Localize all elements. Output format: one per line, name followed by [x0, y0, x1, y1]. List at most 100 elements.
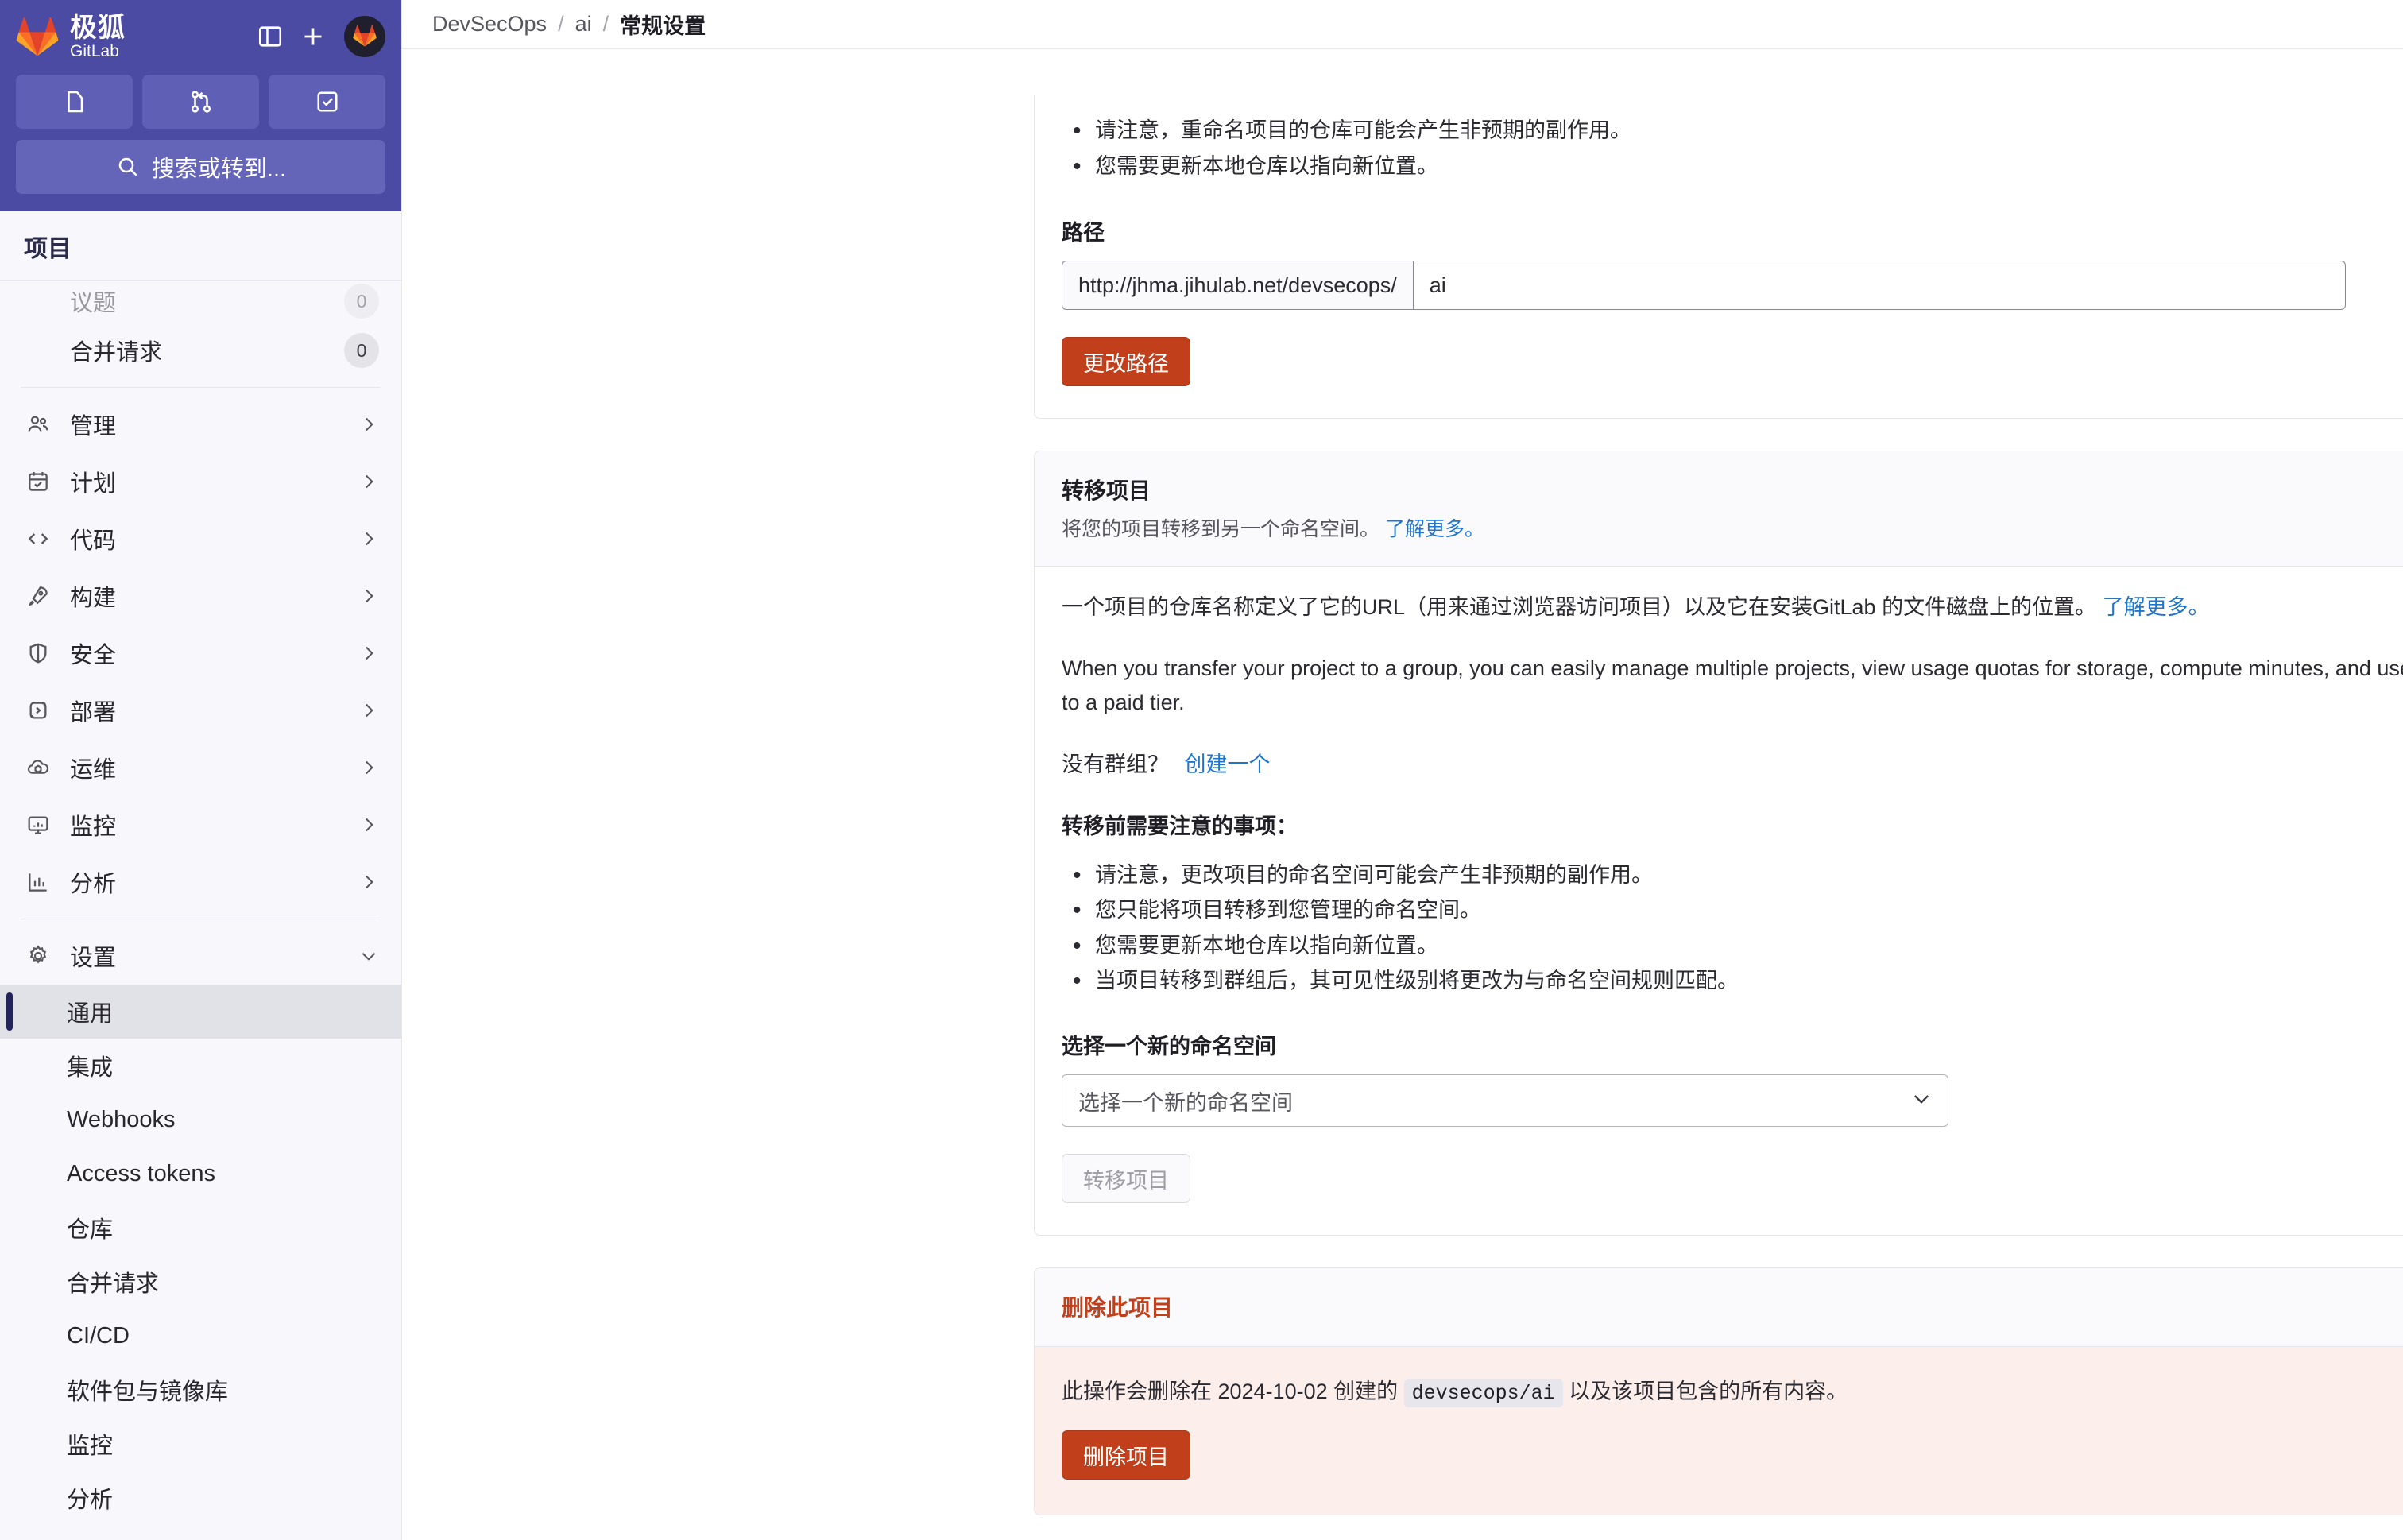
- sidebar: 极狐 GitLab 搜索或转到... 项目 议题 0 合并请求 0 管理 计划 …: [0, 0, 402, 1540]
- delete-project-button[interactable]: 删除项目: [1062, 1430, 1190, 1480]
- sidebar-item-settings-access-tokens[interactable]: Access tokens: [0, 1147, 401, 1201]
- shield-icon: [24, 639, 52, 667]
- transfer-project-button[interactable]: 转移项目: [1062, 1154, 1190, 1204]
- brand-name-cn: 极狐: [70, 12, 126, 43]
- sidebar-item-analyze[interactable]: 分析: [0, 853, 401, 911]
- path-input-group: http://jhma.jihulab.net/devsecops/: [1062, 261, 2346, 311]
- sidebar-item-settings-integrations[interactable]: 集成: [0, 1039, 401, 1093]
- no-group-row: 没有群组？ 创建一个: [1062, 748, 2403, 782]
- list-item: 您需要更新本地仓库以指向新位置。: [1062, 927, 2403, 965]
- sidebar-subitem-label: CI/CD: [67, 1322, 130, 1348]
- transfer-project-title: 转移项目: [1062, 478, 1151, 504]
- content-inner: 请注意，重命名项目的仓库可能会产生非预期的副作用。 您需要更新本地仓库以指向新位…: [1034, 95, 2403, 1516]
- sidebar-item-operate[interactable]: 运维: [0, 739, 401, 796]
- delete-message-before: 此操作会删除在 2024-10-02 创建的: [1062, 1379, 1399, 1404]
- sidebar-item-settings-webhooks[interactable]: Webhooks: [0, 1093, 401, 1147]
- sidebar-item-issues[interactable]: 议题 0: [0, 281, 401, 322]
- sidebar-item-deploy[interactable]: 部署: [0, 682, 401, 739]
- chevron-right-icon: [358, 814, 379, 835]
- issues-quick-button[interactable]: [16, 75, 133, 129]
- sidebar-item-settings[interactable]: 设置: [0, 927, 401, 985]
- todos-quick-button[interactable]: [269, 75, 385, 129]
- create-group-link[interactable]: 创建一个: [1185, 753, 1271, 776]
- sidebar-item-settings-repository[interactable]: 仓库: [0, 1201, 401, 1255]
- transfer-paragraph-1-text: 一个项目的仓库名称定义了它的URL（用来通过浏览器访问项目）以及它在安装GitL…: [1062, 595, 2097, 620]
- sidebar-item-build[interactable]: 构建: [0, 567, 401, 625]
- sidebar-subitem-label: Webhooks: [67, 1106, 176, 1132]
- chevron-right-icon: [358, 471, 379, 492]
- sidebar-subitem-label: 集成: [67, 1055, 114, 1081]
- sidebar-subitem-label: 分析: [67, 1488, 114, 1513]
- sidebar-nav-list: 议题 0 合并请求 0 管理 计划 代码 构建 安全 部署 运维 监控 分析 设…: [0, 281, 401, 1540]
- avatar[interactable]: [344, 16, 385, 57]
- change-path-button[interactable]: 更改路径: [1062, 337, 1190, 387]
- chevron-right-icon: [358, 757, 379, 778]
- sidebar-subitem-label: Access tokens: [67, 1160, 215, 1186]
- merge-requests-quick-button[interactable]: [142, 75, 259, 129]
- transfer-project-subtitle: 将您的项目转移到另一个命名空间。 了解更多。: [1062, 513, 2403, 542]
- breadcrumb-item-group[interactable]: DevSecOps: [432, 12, 547, 37]
- rename-repository-card: 请注意，重命名项目的仓库可能会产生非预期的副作用。 您需要更新本地仓库以指向新位…: [1034, 95, 2403, 420]
- list-item: 您需要更新本地仓库以指向新位置。: [1062, 147, 2403, 186]
- sidebar-item-label: 分析: [70, 872, 117, 897]
- users-icon: [24, 410, 52, 439]
- delete-project-body: 此操作会删除在 2024-10-02 创建的 devsecops/ai 以及该项…: [1035, 1347, 2403, 1515]
- sidebar-item-settings-merge-requests[interactable]: 合并请求: [0, 1255, 401, 1309]
- sidebar-item-plan[interactable]: 计划: [0, 453, 401, 510]
- sidebar-section-title: 项目: [0, 211, 401, 281]
- chevron-right-icon: [358, 643, 379, 664]
- transfer-paragraph-2: When you transfer your project to a grou…: [1062, 656, 2403, 715]
- avatar-logo: [353, 25, 377, 49]
- rocket-icon: [24, 582, 52, 610]
- chevron-down-icon: [358, 946, 379, 966]
- sidebar-item-manage[interactable]: 管理: [0, 396, 401, 453]
- chevron-right-icon: [358, 528, 379, 549]
- content-scroll[interactable]: 请注意，重命名项目的仓库可能会产生非预期的副作用。 您需要更新本地仓库以指向新位…: [402, 49, 2403, 1540]
- sidebar-brand-row: 极狐 GitLab: [16, 11, 385, 62]
- delete-project-card: 删除此项目 此操作会删除在 2024-10-02 创建的 devsecops/a…: [1034, 1267, 2403, 1516]
- sidebar-item-settings-general[interactable]: 通用: [0, 985, 401, 1039]
- list-item: 请注意，重命名项目的仓库可能会产生非预期的副作用。: [1062, 111, 2403, 150]
- namespace-select[interactable]: 选择一个新的命名空间: [1062, 1074, 1948, 1128]
- sidebar-item-monitor[interactable]: 监控: [0, 796, 401, 853]
- sidebar-item-settings-monitor[interactable]: 监控: [0, 1417, 401, 1471]
- chevron-right-icon: [358, 700, 379, 721]
- sidebar-item-settings-analytics[interactable]: 分析: [0, 1471, 401, 1525]
- path-prefix: http://jhma.jihulab.net/devsecops/: [1062, 261, 1413, 311]
- delete-message-after: 以及该项目包含的所有内容。: [1569, 1379, 1848, 1404]
- search-input[interactable]: 搜索或转到...: [16, 140, 385, 194]
- new-item-icon[interactable]: [292, 15, 335, 58]
- transfer-project-header: 转移项目 将您的项目转移到另一个命名空间。 了解更多。: [1035, 451, 2403, 567]
- sidebar-item-security[interactable]: 安全: [0, 625, 401, 682]
- sidebar-item-label: 合并请求: [70, 340, 163, 366]
- sidebar-toggle-icon[interactable]: [249, 15, 292, 58]
- search-placeholder: 搜索或转到...: [151, 157, 287, 182]
- issue-icon: [24, 287, 52, 315]
- delete-project-message: 此操作会删除在 2024-10-02 创建的 devsecops/ai 以及该项…: [1062, 1374, 2403, 1408]
- path-input[interactable]: [1412, 261, 2346, 311]
- sidebar-item-label: 部署: [70, 700, 117, 726]
- sidebar-item-label: 代码: [70, 528, 117, 554]
- brand-logo[interactable]: 极狐 GitLab: [16, 14, 126, 60]
- brand-name-en: GitLab: [70, 41, 119, 60]
- list-item: 当项目转移到群组后，其可见性级别将更改为与命名空间规则匹配。: [1062, 962, 2403, 1001]
- search-icon: [118, 157, 137, 176]
- code-icon: [24, 524, 52, 553]
- breadcrumb-item-project[interactable]: ai: [575, 12, 592, 37]
- sidebar-item-settings-cicd[interactable]: CI/CD: [0, 1309, 401, 1363]
- transfer-paragraph-1-learn-more-link[interactable]: 了解更多。: [2103, 595, 2210, 619]
- deploy-icon: [24, 696, 52, 725]
- transfer-notice-list: 请注意，更改项目的命名空间可能会产生非预期的副作用。 您只能将项目转移到您管理的…: [1062, 856, 2403, 1001]
- sidebar-quick-actions: [16, 75, 385, 129]
- sidebar-subitem-label: 通用: [67, 1001, 114, 1027]
- cloud-pod-icon: [24, 753, 52, 782]
- sidebar-item-settings-packages-registries[interactable]: 软件包与镜像库: [0, 1363, 401, 1417]
- sidebar-nav-scroll[interactable]: 项目 议题 0 合并请求 0 管理 计划 代码 构建 安全 部署 运维 监控 分…: [0, 211, 401, 1540]
- sidebar-item-settings-usage-quotas[interactable]: 使用量配额: [0, 1525, 401, 1540]
- sidebar-item-label: 运维: [70, 757, 117, 783]
- sidebar-item-code[interactable]: 代码: [0, 510, 401, 567]
- transfer-subtitle-learn-more-link[interactable]: 了解更多。: [1385, 518, 1484, 540]
- sidebar-item-merge-requests[interactable]: 合并请求 0: [0, 322, 401, 379]
- sidebar-divider: [21, 387, 381, 388]
- breadcrumb-current: 常规设置: [620, 14, 706, 38]
